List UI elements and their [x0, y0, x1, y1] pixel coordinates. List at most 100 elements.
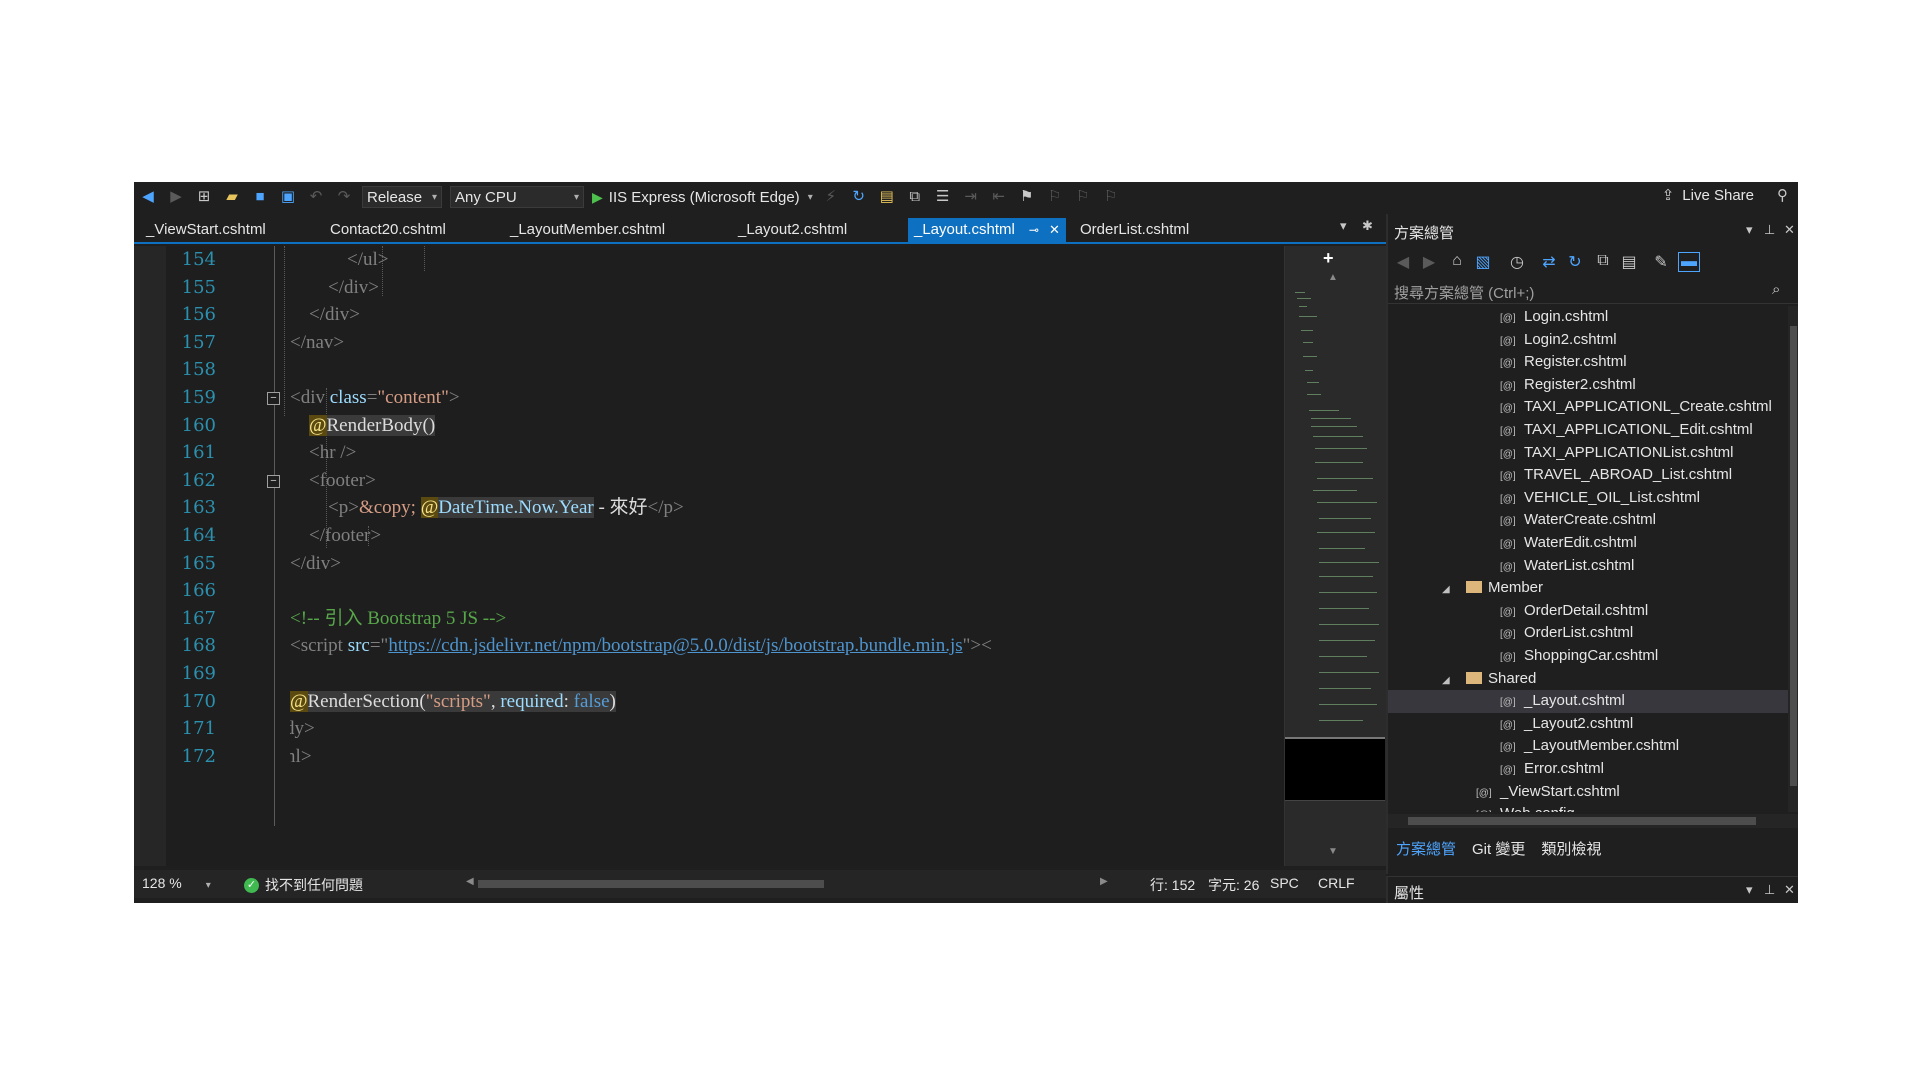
redo-icon[interactable]: ↷: [331, 186, 357, 208]
expand-icon[interactable]: ◢: [1442, 579, 1456, 602]
close-icon[interactable]: ✕: [1784, 882, 1795, 898]
sync-icon[interactable]: ⇄: [1538, 252, 1560, 272]
tree-file[interactable]: [@] Error.cshtml: [1388, 758, 1788, 781]
tree-file[interactable]: [@] WaterEdit.cshtml: [1388, 532, 1788, 555]
tree-file[interactable]: [@] Register2.cshtml: [1388, 374, 1788, 397]
tree-file[interactable]: [@] Login2.cshtml: [1388, 329, 1788, 352]
scrollbar-thumb[interactable]: [1790, 326, 1797, 786]
tree-file[interactable]: [@] Web.config: [1388, 803, 1788, 812]
scroll-left-icon[interactable]: ◀: [466, 876, 474, 887]
scroll-right-icon[interactable]: ▶: [1100, 876, 1108, 887]
horizontal-scrollbar[interactable]: [1388, 814, 1798, 828]
tab-class-view[interactable]: 類別檢視: [1533, 834, 1609, 860]
minimap[interactable]: + ▲ ▼: [1284, 246, 1386, 866]
script-url-link[interactable]: https://cdn.jsdelivr.net/npm/bootstrap@5…: [388, 635, 962, 656]
refresh-icon[interactable]: ↻: [846, 186, 872, 208]
preview-icon[interactable]: ▬: [1678, 252, 1700, 272]
vertical-scrollbar[interactable]: [1788, 306, 1798, 812]
tree-file[interactable]: [@] Login.cshtml: [1388, 306, 1788, 329]
tree-file[interactable]: [@] WaterList.cshtml: [1388, 555, 1788, 578]
new-project-icon[interactable]: ⊞: [191, 186, 217, 208]
search-icon[interactable]: ⌕: [1772, 281, 1780, 298]
feedback-icon[interactable]: ⚲: [1777, 186, 1788, 204]
solution-search-box[interactable]: 搜尋方案總管 (Ctrl+;) ⌕: [1388, 278, 1798, 304]
tree-folder[interactable]: ◢ Member: [1388, 577, 1788, 600]
issues-indicator[interactable]: ✓ 找不到任何問題: [244, 875, 363, 895]
home-icon[interactable]: ⌂: [1446, 252, 1468, 270]
gear-icon[interactable]: ✱: [1362, 218, 1373, 234]
tab-solution-explorer[interactable]: 方案總管: [1388, 834, 1464, 860]
scroll-up-icon[interactable]: ▲: [1328, 272, 1338, 283]
live-share-button[interactable]: ⇪ Live Share: [1662, 186, 1754, 205]
search-input[interactable]: 搜尋方案總管 (Ctrl+;): [1394, 282, 1534, 303]
collapse-icon[interactable]: −: [267, 475, 280, 488]
tree-file[interactable]: [@] _Layout.cshtml: [1388, 690, 1788, 713]
tree-file[interactable]: [@] _ViewStart.cshtml: [1388, 781, 1788, 804]
tree-file[interactable]: [@] ShoppingCar.cshtml: [1388, 645, 1788, 668]
save-icon[interactable]: ■: [247, 186, 273, 208]
browser-link-icon[interactable]: ⧉: [902, 186, 928, 208]
pin-icon[interactable]: ⊸: [1029, 223, 1039, 237]
cursor-char[interactable]: 字元: 26: [1208, 875, 1259, 895]
collapse-all-icon[interactable]: ⧉: [1592, 252, 1614, 270]
tree-file[interactable]: [@] TAXI_APPLICATIONL_Edit.cshtml: [1388, 419, 1788, 442]
platform-dropdown[interactable]: Any CPU ▾: [450, 186, 584, 208]
scrollbar-thumb[interactable]: [1408, 817, 1756, 825]
tab-contact20[interactable]: Contact20.cshtml: [324, 218, 452, 242]
tree-file[interactable]: [@] OrderList.cshtml: [1388, 622, 1788, 645]
tab-git-changes[interactable]: Git 變更: [1464, 834, 1533, 860]
back-icon[interactable]: ◀: [1392, 252, 1414, 272]
line-ending[interactable]: CRLF: [1318, 875, 1355, 891]
run-button[interactable]: ▶ IIS Express (Microsoft Edge) ▾: [588, 186, 817, 208]
close-icon[interactable]: ✕: [1049, 222, 1060, 237]
back-icon[interactable]: ◀: [135, 186, 161, 208]
pin-icon[interactable]: ⊥: [1764, 222, 1775, 238]
pin-icon[interactable]: ⊥: [1764, 882, 1775, 898]
zoom-dropdown[interactable]: 128 % ▾: [142, 875, 211, 891]
clear-bookmarks-icon[interactable]: ⚐: [1098, 186, 1124, 208]
open-folder-icon[interactable]: ▰: [219, 186, 245, 208]
cursor-line[interactable]: 行: 152: [1150, 875, 1195, 895]
pending-changes-icon[interactable]: ◷: [1506, 252, 1528, 272]
indent-icon[interactable]: ⇥: [958, 186, 984, 208]
horizontal-scrollbar-thumb[interactable]: [478, 880, 824, 888]
close-icon[interactable]: ✕: [1784, 222, 1795, 238]
code-editor[interactable]: 154 155 156 157 158 159 160 161 162 163 …: [134, 246, 1284, 866]
refresh-icon[interactable]: ↻: [1564, 252, 1586, 272]
expand-icon[interactable]: ◢: [1442, 670, 1456, 693]
minimap-viewport[interactable]: [1285, 737, 1385, 801]
wrench-icon[interactable]: ✎: [1650, 252, 1672, 272]
show-all-files-icon[interactable]: ▤: [1618, 252, 1640, 272]
tree-file[interactable]: [@] WaterCreate.cshtml: [1388, 509, 1788, 532]
tab-viewstart[interactable]: _ViewStart.cshtml: [140, 218, 272, 242]
configuration-dropdown[interactable]: Release ▾: [362, 186, 442, 208]
add-icon[interactable]: +: [1323, 248, 1334, 269]
tree-file[interactable]: [@] TAXI_APPLICATIONL_Create.cshtml: [1388, 396, 1788, 419]
outdent-icon[interactable]: ⇤: [986, 186, 1012, 208]
format-icon[interactable]: ☰: [930, 186, 956, 208]
forward-icon[interactable]: ▶: [163, 186, 189, 208]
chevron-down-icon[interactable]: ▾: [1746, 882, 1753, 898]
tab-orderlist[interactable]: OrderList.cshtml: [1074, 218, 1195, 242]
tree-file[interactable]: [@] Register.cshtml: [1388, 351, 1788, 374]
collapse-icon[interactable]: −: [267, 392, 280, 405]
save-all-icon[interactable]: ▣: [275, 186, 301, 208]
switch-views-icon[interactable]: ▧: [1472, 252, 1494, 272]
tab-layoutmember[interactable]: _LayoutMember.cshtml: [504, 218, 671, 242]
next-bookmark-icon[interactable]: ⚐: [1070, 186, 1096, 208]
undo-icon[interactable]: ↶: [303, 186, 329, 208]
tab-overflow-icon[interactable]: ▾: [1340, 218, 1347, 234]
tab-layout2[interactable]: _Layout2.cshtml: [732, 218, 853, 242]
tree-file[interactable]: [@] VEHICLE_OIL_List.cshtml: [1388, 487, 1788, 510]
forward-icon[interactable]: ▶: [1418, 252, 1440, 272]
tree-file[interactable]: [@] _LayoutMember.cshtml: [1388, 735, 1788, 758]
whitespace-mode[interactable]: SPC: [1270, 875, 1299, 891]
tree-file[interactable]: [@] TAXI_APPLICATIONList.cshtml: [1388, 442, 1788, 465]
tree-file[interactable]: [@] _Layout2.cshtml: [1388, 713, 1788, 736]
scroll-down-icon[interactable]: ▼: [1328, 846, 1338, 857]
tab-layout[interactable]: _Layout.cshtml ⊸ ✕: [908, 218, 1066, 242]
bookmark-icon[interactable]: ⚑: [1014, 186, 1040, 208]
hot-reload-icon[interactable]: ⚡: [818, 186, 844, 208]
find-in-files-icon[interactable]: ▤: [874, 186, 900, 208]
tree-folder[interactable]: ◢ Shared: [1388, 668, 1788, 691]
